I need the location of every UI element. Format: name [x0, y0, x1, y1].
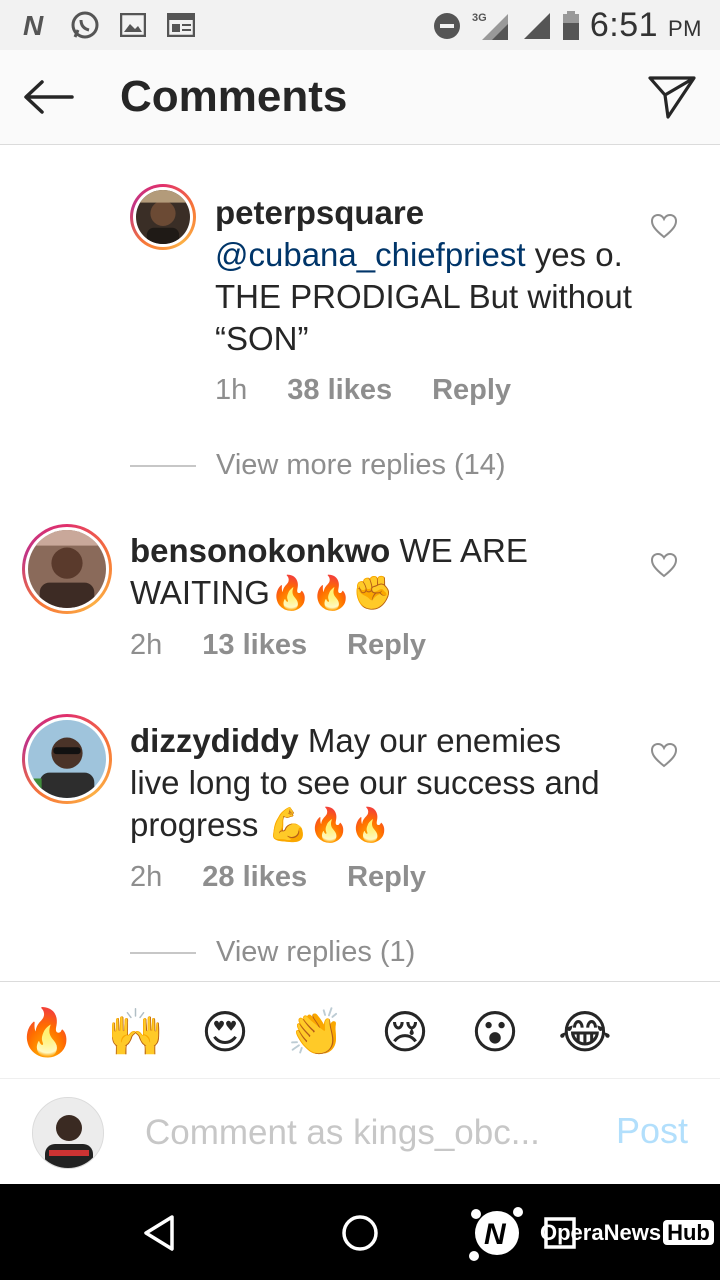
share-button[interactable]: [646, 72, 698, 122]
avatar[interactable]: [130, 184, 196, 250]
emoji-surprised-button[interactable]: 😮: [467, 1004, 523, 1060]
like-heart-icon[interactable]: [650, 551, 678, 579]
comment-dizzydiddy: dizzydiddy May our enemies live long to …: [0, 706, 720, 906]
divider: [130, 464, 196, 467]
view-replies-label: View replies (1): [216, 936, 416, 968]
post-button[interactable]: Post: [616, 1110, 688, 1152]
reply-button[interactable]: Reply: [432, 374, 511, 407]
comment-composer: Post: [0, 1080, 720, 1184]
nav-back-button[interactable]: [135, 1208, 185, 1258]
opera-news-notification-icon: N: [22, 10, 52, 40]
comment-time: 2h: [130, 861, 163, 893]
system-nav-bar: N OperaNews Hub: [0, 1184, 720, 1280]
like-heart-icon[interactable]: [650, 741, 678, 769]
avatar[interactable]: [22, 714, 112, 804]
view-replies[interactable]: View replies (1): [130, 936, 415, 969]
nav-back-icon: [144, 1215, 174, 1251]
emoji-quick-bar: 🔥 🙌 😍 👏 😢 😮 😂: [0, 981, 720, 1079]
news-notification-icon: [166, 10, 196, 40]
comment-mention[interactable]: @cubana_chiefpriest: [215, 236, 526, 273]
svg-text:N: N: [484, 1218, 507, 1251]
comment-emoji: 💪🔥🔥: [267, 806, 391, 843]
comment-likes[interactable]: 28 likes: [202, 861, 307, 894]
comments-header: Comments: [0, 50, 720, 145]
nav-home-button[interactable]: [335, 1208, 385, 1258]
emoji-fire-button[interactable]: 🔥: [18, 1004, 75, 1060]
whatsapp-notification-icon: [70, 10, 100, 40]
watermark-hub: Hub: [663, 1220, 714, 1245]
comment-likes[interactable]: 38 likes: [287, 374, 392, 407]
clock: 6:51 PM: [589, 6, 702, 44]
comment-username[interactable]: dizzydiddy: [130, 722, 299, 759]
back-arrow-icon: [24, 80, 74, 114]
comment-body: peterpsquare @cubana_chiefpriest yes o. …: [215, 192, 635, 360]
reply-button[interactable]: Reply: [347, 861, 426, 894]
status-bar: N 3G 6:51 PM: [0, 0, 720, 50]
svg-text:N: N: [23, 11, 44, 39]
comment-emoji: 🔥🔥✊: [269, 574, 394, 611]
svg-text:3G: 3G: [472, 12, 487, 24]
emoji-clapping-button[interactable]: 👏: [287, 1004, 344, 1060]
view-more-replies-label: View more replies (14): [216, 449, 506, 481]
avatar[interactable]: [22, 524, 112, 614]
emoji-sad-button[interactable]: 😢: [377, 1004, 433, 1060]
comment-meta: 2h 13 likes Reply: [130, 629, 426, 662]
signal-3g-icon: 3G: [472, 11, 512, 41]
comment-body: bensonokonkwo WE ARE WAITING🔥🔥✊: [130, 530, 610, 614]
send-icon: [648, 76, 696, 119]
emoji-raised-hands-button[interactable]: 🙌: [107, 1004, 164, 1060]
comment-bensonokonkwo: bensonokonkwo WE ARE WAITING🔥🔥✊ 2h 13 li…: [0, 516, 720, 696]
operanews-watermark: N OperaNews Hub: [462, 1198, 714, 1268]
comment-meta: 1h 38 likes Reply: [215, 374, 511, 407]
comment-peterpsquare: peterpsquare @cubana_chiefpriest yes o. …: [0, 146, 720, 426]
comment-meta: 2h 28 likes Reply: [130, 861, 426, 894]
current-user-avatar: [32, 1097, 104, 1169]
back-button[interactable]: [20, 72, 76, 122]
comment-likes[interactable]: 13 likes: [202, 629, 307, 662]
battery-icon: [562, 10, 580, 41]
comment-username[interactable]: bensonokonkwo: [130, 532, 390, 569]
emoji-laughing-button[interactable]: 😂: [557, 1004, 613, 1060]
nav-home-icon: [342, 1215, 378, 1251]
operanews-logo-icon: N: [469, 1207, 523, 1261]
do-not-disturb-icon: [432, 11, 462, 41]
comment-body: dizzydiddy May our enemies live long to …: [130, 720, 610, 846]
divider: [130, 951, 196, 954]
comment-time: 1h: [215, 374, 248, 406]
comment-list[interactable]: peterpsquare @cubana_chiefpriest yes o. …: [0, 146, 720, 981]
comment-input[interactable]: [145, 1108, 565, 1158]
comment-time: 2h: [130, 629, 163, 661]
comment-username[interactable]: peterpsquare: [215, 194, 424, 231]
gallery-notification-icon: [118, 10, 148, 40]
signal-icon: [522, 11, 552, 41]
view-more-replies[interactable]: View more replies (14): [130, 449, 506, 482]
emoji-heart-eyes-button[interactable]: 😍: [197, 1004, 253, 1060]
like-heart-icon[interactable]: [650, 212, 678, 240]
reply-button[interactable]: Reply: [347, 629, 426, 662]
page-title: Comments: [120, 72, 348, 121]
watermark-brand: OperaNews: [540, 1220, 662, 1245]
